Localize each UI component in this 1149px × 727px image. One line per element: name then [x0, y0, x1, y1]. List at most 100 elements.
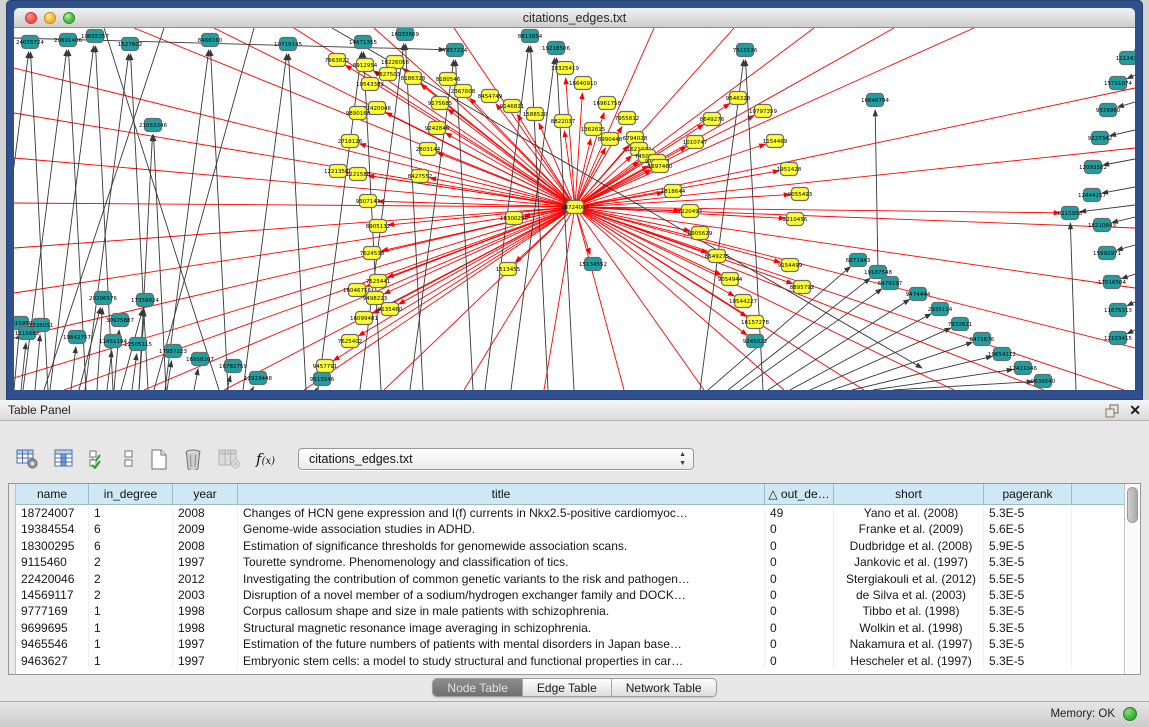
graph-edge[interactable]	[875, 110, 878, 272]
cell[interactable]: 0	[765, 521, 834, 537]
graph-node[interactable]: 8186328	[401, 72, 426, 85]
cell[interactable]: 1	[89, 505, 173, 521]
network-canvas[interactable]: 1872400776638228912954182260589827503818…	[14, 28, 1135, 390]
graph-node[interactable]: 7625402	[338, 335, 363, 348]
cell[interactable]: 1	[89, 653, 173, 669]
graph-node[interactable]: 8215958	[1058, 207, 1083, 220]
graph-node[interactable]: 8466160	[198, 34, 223, 47]
graph-node[interactable]: 19842757	[63, 331, 91, 344]
graph-node[interactable]: 16157278	[741, 316, 769, 329]
cell[interactable]: Disruption of a novel member of a sodium…	[238, 587, 765, 603]
cell[interactable]: Nakamura et al. (1997)	[834, 636, 984, 652]
cell[interactable]: Structural magnetic resonance image aver…	[238, 620, 765, 636]
graph-node[interactable]: 7525441	[366, 275, 391, 288]
cell[interactable]: 22420046	[16, 571, 89, 587]
graph-node[interactable]: 1951428	[777, 163, 802, 176]
memory-ok-icon[interactable]	[1123, 707, 1137, 721]
table-row[interactable]: 2242004622012Investigating the contribut…	[16, 571, 1124, 587]
graph-edge[interactable]	[575, 207, 747, 335]
table-row[interactable]: 946362711997Embryonic stem cells: a mode…	[16, 653, 1124, 669]
graph-node[interactable]: 8905132	[366, 220, 391, 233]
graph-node[interactable]: 9154499	[778, 259, 803, 272]
graph-edge[interactable]	[44, 28, 164, 390]
graph-edge[interactable]	[1080, 205, 1135, 212]
graph-edge[interactable]	[1102, 187, 1135, 193]
graph-edge[interactable]	[1103, 159, 1135, 165]
graph-node[interactable]: 1010747	[683, 136, 708, 149]
cell[interactable]: 1998	[173, 620, 238, 636]
graph-edge[interactable]	[575, 207, 780, 262]
graph-edge[interactable]	[893, 382, 1033, 390]
graph-node[interactable]: 1588520	[523, 108, 548, 121]
graph-edge[interactable]	[35, 335, 40, 390]
graph-edge[interactable]	[165, 50, 209, 390]
table-options-icon[interactable]	[16, 449, 39, 469]
table-selector-dropdown[interactable]: citations_edges.txt ▲▼	[298, 448, 694, 470]
cell[interactable]: 2	[89, 587, 173, 603]
graph-node[interactable]: 9329960	[1096, 104, 1121, 117]
cell[interactable]: 5.3E-5	[984, 653, 1072, 669]
graph-node[interactable]: 20691406	[54, 34, 82, 47]
cell[interactable]: 5.5E-5	[984, 571, 1072, 587]
cell[interactable]: Corpus callosum shape and size in male p…	[238, 603, 765, 619]
cell[interactable]: 1997	[173, 554, 238, 570]
graph-node[interactable]: 12505115	[124, 338, 152, 351]
graph-edge[interactable]	[575, 207, 793, 284]
graph-edge[interactable]	[544, 207, 575, 390]
cell[interactable]: Jankovic et al. (1997)	[834, 554, 984, 570]
graph-node[interactable]: 2803144	[416, 143, 441, 156]
graph-edge[interactable]	[154, 28, 254, 390]
graph-node[interactable]: 24055724	[16, 36, 44, 49]
graph-node[interactable]: 9227342	[1088, 132, 1113, 145]
cell[interactable]: 14569117	[16, 587, 89, 603]
graph-node[interactable]: 2718126	[338, 135, 363, 148]
column-header-3[interactable]: title	[238, 484, 765, 505]
cell[interactable]: Estimation of significance thresholds fo…	[238, 538, 765, 554]
graph-node[interactable]: 12411046	[1009, 362, 1037, 375]
graph-node[interactable]: 16961758	[593, 97, 621, 110]
cell[interactable]: 0	[765, 571, 834, 587]
graph-edge[interactable]	[1127, 330, 1135, 334]
function-builder-icon[interactable]: f(x)	[256, 450, 275, 468]
cell[interactable]: 0	[765, 653, 834, 669]
graph-edge[interactable]	[167, 361, 171, 390]
cell[interactable]: 2	[89, 571, 173, 587]
cell[interactable]: 18724007	[16, 505, 89, 521]
graph-edge[interactable]	[384, 207, 575, 294]
graph-edge[interactable]	[1110, 130, 1135, 136]
graph-node[interactable]: 8813054	[518, 30, 543, 43]
graph-edge[interactable]	[14, 113, 575, 207]
graph-edge[interactable]	[1121, 274, 1135, 279]
graph-node[interactable]: 1154469	[763, 135, 788, 148]
graph-edge[interactable]	[304, 207, 575, 390]
tab-network-table[interactable]: Network Table	[612, 679, 716, 696]
graph-node[interactable]: 18226058	[381, 56, 409, 69]
show-column-icon[interactable]	[54, 449, 74, 469]
graph-edge[interactable]	[406, 44, 423, 390]
graph-edge[interactable]	[316, 388, 317, 390]
graph-node[interactable]: 7663822	[325, 54, 350, 67]
select-columns-icon[interactable]	[89, 449, 108, 469]
cell[interactable]: Stergiakouli et al. (2012)	[834, 571, 984, 587]
graph-node[interactable]: 16033809	[391, 28, 419, 41]
graph-node[interactable]: 9639540	[1031, 375, 1056, 388]
graph-node[interactable]: 18325419	[551, 62, 579, 75]
tab-edge-table[interactable]: Edge Table	[523, 679, 612, 696]
graph-edge[interactable]	[71, 347, 76, 390]
graph-edge[interactable]	[1117, 245, 1135, 250]
graph-node[interactable]: 9242848	[425, 122, 450, 135]
graph-node[interactable]: 17359924	[131, 294, 159, 307]
table-row[interactable]: 1872400712008Changes of HCN gene express…	[16, 505, 1124, 521]
graph-edge[interactable]	[810, 328, 951, 390]
cell[interactable]: Hescheler et al. (1997)	[834, 653, 984, 669]
graph-edge[interactable]	[575, 207, 1044, 390]
cell[interactable]: 5.9E-5	[984, 538, 1072, 554]
cell[interactable]: 0	[765, 620, 834, 636]
cell[interactable]: 5.3E-5	[984, 554, 1072, 570]
cell[interactable]: Changes of HCN gene expression and I(f) …	[238, 505, 765, 521]
cell[interactable]: 6	[89, 521, 173, 537]
graph-node[interactable]: 16782759	[219, 360, 247, 373]
graph-node[interactable]: 7220497	[678, 205, 703, 218]
graph-node[interactable]: 10654112	[988, 348, 1016, 361]
window-titlebar[interactable]: citations_edges.txt	[14, 8, 1135, 28]
